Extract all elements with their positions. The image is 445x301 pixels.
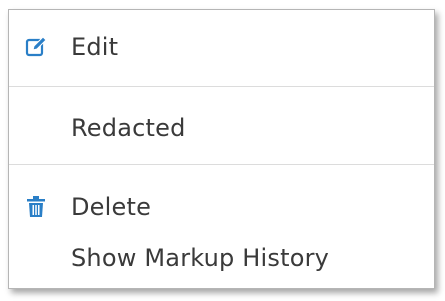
edit-icon — [25, 36, 47, 58]
menu-item-label: Delete — [71, 193, 152, 221]
trash-icon — [25, 196, 47, 218]
menu-item-redacted[interactable]: Redacted — [9, 108, 434, 148]
menu-item-edit[interactable]: Edit — [9, 27, 434, 67]
menu-divider — [9, 164, 434, 165]
menu-item-label: Show Markup History — [71, 244, 330, 272]
menu-item-delete[interactable]: Delete — [9, 187, 434, 227]
context-menu: Edit Redacted Delete Show Markup History — [8, 9, 435, 289]
menu-item-label: Edit — [71, 33, 119, 61]
menu-item-show-markup-history[interactable]: Show Markup History — [9, 238, 434, 278]
menu-divider — [9, 86, 434, 87]
menu-item-label: Redacted — [71, 114, 186, 142]
